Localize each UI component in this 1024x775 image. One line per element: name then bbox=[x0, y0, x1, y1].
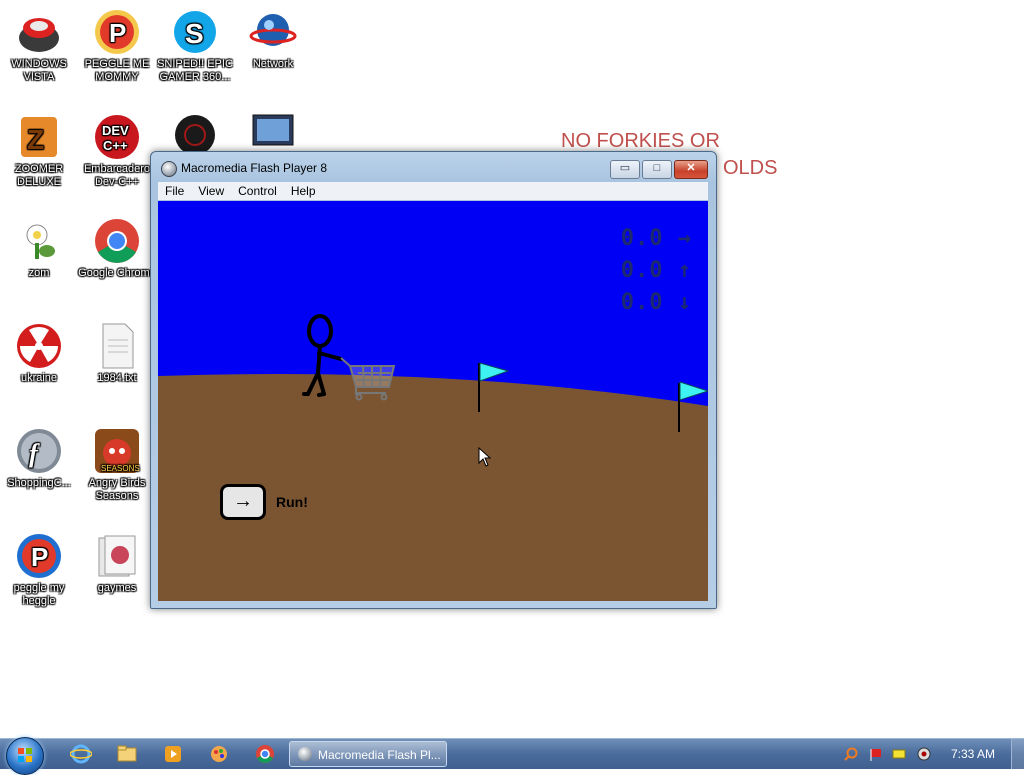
taskbar: Macromedia Flash Pl... 7:33 AM bbox=[0, 737, 1024, 775]
run-arrow-button[interactable]: → bbox=[220, 484, 266, 520]
svg-text:DEV: DEV bbox=[102, 123, 129, 138]
desktop-icon-label: Embarcadero Dev-C++ bbox=[83, 163, 151, 188]
menu-control[interactable]: Control bbox=[231, 182, 284, 200]
desktop-icon-1984-txt[interactable]: 1984.txt bbox=[78, 322, 156, 385]
skype-icon: S bbox=[171, 8, 219, 56]
desktop-icon-label: WINDOWS VISTA bbox=[11, 58, 67, 83]
desktop-icon-sniped[interactable]: S SNIPED!! EPIC GAMER 360... bbox=[156, 8, 234, 84]
folder-icon bbox=[93, 532, 141, 580]
menu-view[interactable]: View bbox=[191, 182, 231, 200]
angry-birds-icon: SEASONS bbox=[93, 427, 141, 475]
flash-game-canvas[interactable]: 0.0 → 0.0 ↑ 0.0 ↓ → Run! bbox=[158, 201, 708, 601]
desktop-icon-peggle-my-heggle[interactable]: P peggle my heggle bbox=[0, 532, 78, 608]
chrome-taskbar-icon[interactable] bbox=[254, 744, 276, 764]
devcpp-icon: DEV C++ bbox=[93, 113, 141, 161]
desktop-icon-label: Angry Birds Seasons bbox=[88, 477, 146, 502]
desktop-icon-label: zom bbox=[28, 267, 50, 279]
desktop-icon-shoppingcart[interactable]: f ShoppingC... bbox=[0, 427, 78, 490]
desktop-icon-ukraine[interactable]: ukraine bbox=[0, 322, 78, 385]
windows-logo-icon bbox=[18, 748, 32, 762]
start-button[interactable] bbox=[6, 737, 44, 775]
svg-text:Z: Z bbox=[27, 124, 44, 155]
hud-line-right: 0.0 → bbox=[620, 226, 692, 251]
flash-icon: f bbox=[15, 427, 63, 475]
volume-tray-icon[interactable] bbox=[917, 747, 931, 761]
toaster-bowl-icon bbox=[15, 8, 63, 56]
search-tray-icon[interactable] bbox=[844, 747, 858, 761]
flash-player-icon bbox=[298, 747, 312, 761]
desktop-icon-zom[interactable]: zom bbox=[0, 217, 78, 280]
menu-bar: File View Control Help bbox=[158, 182, 708, 200]
taskbar-clock[interactable]: 7:33 AM bbox=[951, 747, 995, 761]
peggle-icon: P bbox=[15, 532, 63, 580]
desktop-icon-gaymes[interactable]: gaymes bbox=[78, 532, 156, 595]
run-control[interactable]: → Run! bbox=[220, 484, 308, 520]
taskbar-flash-player-task[interactable]: Macromedia Flash Pl... bbox=[289, 741, 447, 767]
desktop-background-text-2: OLDS bbox=[723, 157, 778, 179]
desktop-icon-label: ShoppingC... bbox=[7, 477, 71, 489]
svg-text:S: S bbox=[185, 18, 204, 49]
run-label: Run! bbox=[276, 494, 308, 510]
svg-text:SEASONS: SEASONS bbox=[101, 464, 140, 473]
peggle-icon: P bbox=[93, 8, 141, 56]
menu-help[interactable]: Help bbox=[284, 182, 323, 200]
desktop-icon-label: peggle my heggle bbox=[13, 582, 65, 607]
desktop-icon-zoomer-deluxe[interactable]: Z ZOOMER DELUXE bbox=[0, 113, 78, 189]
menu-file[interactable]: File bbox=[158, 182, 191, 200]
text-file-icon bbox=[93, 322, 141, 370]
speed-readout: 0.0 → 0.0 ↑ 0.0 ↓ bbox=[621, 223, 692, 319]
close-button[interactable]: ✕ bbox=[674, 160, 708, 179]
paint-icon[interactable] bbox=[208, 744, 230, 764]
mouse-cursor-icon bbox=[478, 447, 492, 467]
zoomer-icon: Z bbox=[15, 113, 63, 161]
media-player-icon[interactable] bbox=[162, 744, 184, 764]
desktop-icon-angry-birds[interactable]: SEASONS Angry Birds Seasons bbox=[78, 427, 156, 503]
desktop-icon-label: gaymes bbox=[97, 582, 137, 594]
desktop-icon-label: ukraine bbox=[20, 372, 58, 384]
flash-player-window[interactable]: Macromedia Flash Player 8 ▭ □ ✕ File Vie… bbox=[150, 151, 717, 609]
desktop-icon-peggle-me-mommy[interactable]: P PEGGLE ME MOMMY bbox=[78, 8, 156, 84]
plants-zombies-icon bbox=[15, 217, 63, 265]
chrome-icon bbox=[93, 217, 141, 265]
window-title: Macromedia Flash Player 8 bbox=[181, 161, 328, 175]
desktop-icon-label: 1984.txt bbox=[97, 372, 137, 384]
desktop-icon-label: Network bbox=[252, 58, 294, 70]
desktop-icon-devcpp[interactable]: DEV C++ Embarcadero Dev-C++ bbox=[78, 113, 156, 189]
network-globe-icon bbox=[249, 8, 297, 56]
svg-text:P: P bbox=[109, 18, 126, 48]
maximize-button[interactable]: □ bbox=[642, 160, 672, 179]
desktop-icon-google-chrome[interactable]: Google Chrome bbox=[78, 217, 156, 280]
battery-tray-icon[interactable] bbox=[892, 747, 906, 761]
hud-line-up: 0.0 ↑ bbox=[620, 258, 692, 283]
radiation-icon bbox=[15, 322, 63, 370]
desktop-icon-network[interactable]: Network bbox=[234, 8, 312, 71]
window-titlebar[interactable]: Macromedia Flash Player 8 ▭ □ ✕ bbox=[151, 152, 716, 182]
flag-tray-icon[interactable] bbox=[869, 747, 883, 761]
file-explorer-icon[interactable] bbox=[116, 744, 138, 764]
hud-line-down: 0.0 ↓ bbox=[620, 290, 692, 315]
desktop-icon-label: SNIPED!! EPIC GAMER 360... bbox=[157, 58, 233, 83]
desktop-icon-label: PEGGLE ME MOMMY bbox=[84, 58, 150, 83]
taskbar-task-label: Macromedia Flash Pl... bbox=[318, 748, 441, 762]
flash-player-icon bbox=[161, 161, 177, 177]
svg-text:C++: C++ bbox=[103, 138, 128, 153]
internet-explorer-icon[interactable] bbox=[69, 744, 93, 764]
desktop-icon-label: Google Chrome bbox=[78, 267, 156, 279]
desktop-icon-label: ZOOMER DELUXE bbox=[14, 163, 64, 188]
show-desktop-button[interactable] bbox=[1011, 739, 1024, 769]
minimize-button[interactable]: ▭ bbox=[610, 160, 640, 179]
svg-text:P: P bbox=[31, 542, 48, 572]
desktop-icon-windows-vista[interactable]: WINDOWS VISTA bbox=[0, 8, 78, 84]
